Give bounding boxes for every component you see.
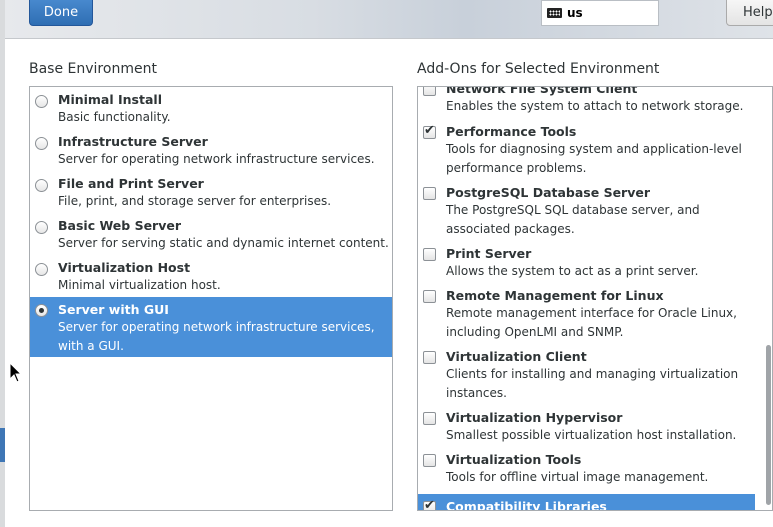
addon-item-title: Network File System Client [446, 86, 638, 96]
base-environment-heading: Base Environment [29, 61, 157, 77]
checkbox-checked[interactable]: ✔ [423, 123, 436, 139]
keyboard-layout-indicator[interactable]: us [541, 0, 659, 26]
addon-item-description: Remote management interface for Oracle L… [446, 306, 737, 339]
addon-item-title: PostgreSQL Database Server [446, 185, 651, 200]
env-item-file-and-print-server[interactable]: File and Print Server File, print, and s… [30, 175, 392, 211]
background-window-edge [0, 0, 5, 527]
scrollbar-thumb[interactable] [766, 345, 771, 505]
env-item-description: Server for operating network infrastruct… [58, 152, 375, 166]
env-item-title: Virtualization Host [58, 260, 191, 275]
addons-list: ✔ Network File System Client Enables the… [417, 86, 773, 511]
env-item-description: File, print, and storage server for ente… [58, 194, 332, 208]
checkbox[interactable]: ✔ [423, 187, 436, 200]
checkbox[interactable]: ✔ [423, 454, 436, 467]
env-item-title: Infrastructure Server [58, 134, 208, 149]
radio-button[interactable] [35, 179, 48, 192]
keyboard-icon [547, 8, 562, 18]
addon-item-description: Smallest possible virtualization host in… [446, 428, 737, 442]
env-item-virtualization-host[interactable]: Virtualization Host Minimal virtualizati… [30, 259, 392, 295]
check-icon: ✔ [424, 498, 435, 511]
spoke-header: Done us Help! [5, 0, 773, 39]
addon-item-description: Enables the system to attach to network … [446, 99, 744, 113]
radio-button-selected[interactable] [35, 304, 48, 317]
addon-item-title: Remote Management for Linux [446, 288, 664, 303]
addon-item-postgresql-database-server[interactable]: ✔ PostgreSQL Database Server The Postgre… [418, 184, 755, 239]
addon-item-description: Clients for installing and managing virt… [446, 367, 739, 400]
checkbox[interactable]: ✔ [423, 87, 436, 96]
addon-item-description: Tools for offline virtual image manageme… [446, 470, 709, 484]
checkbox[interactable]: ✔ [423, 351, 436, 364]
addon-item-title: Virtualization Tools [446, 452, 582, 467]
done-button[interactable]: Done [29, 0, 93, 26]
keyboard-layout-label: us [567, 6, 583, 20]
env-item-basic-web-server[interactable]: Basic Web Server Server for serving stat… [30, 217, 392, 253]
addon-item-title: Performance Tools [446, 124, 577, 139]
addon-item-title: Compatibility Libraries [446, 499, 607, 511]
addon-item-virtualization-hypervisor[interactable]: ✔ Virtualization Hypervisor Smallest pos… [418, 409, 755, 445]
addon-item-description: Allows the system to act as a print serv… [446, 264, 699, 278]
radio-button[interactable] [35, 137, 48, 150]
checkbox[interactable]: ✔ [423, 290, 436, 303]
addon-item-performance-tools[interactable]: ✔ Performance Tools Tools for diagnosing… [418, 123, 755, 178]
addons-scrollbar[interactable] [765, 87, 772, 510]
addon-item-network-file-system-client[interactable]: ✔ Network File System Client Enables the… [418, 86, 755, 116]
env-item-description: Minimal virtualization host. [58, 278, 221, 292]
radio-button[interactable] [35, 95, 48, 108]
mouse-pointer-icon [9, 362, 23, 383]
addon-item-virtualization-tools[interactable]: ✔ Virtualization Tools Tools for offline… [418, 451, 755, 487]
addon-item-title: Print Server [446, 246, 532, 261]
env-item-minimal-install[interactable]: Minimal Install Basic functionality. [30, 91, 392, 127]
env-item-title: Basic Web Server [58, 218, 182, 233]
env-item-title: Server with GUI [58, 302, 169, 317]
addon-item-description: The PostgreSQL SQL database server, and … [446, 203, 700, 236]
radio-button[interactable] [35, 263, 48, 276]
addon-item-virtualization-client[interactable]: ✔ Virtualization Client Clients for inst… [418, 348, 755, 403]
checkbox[interactable]: ✔ [423, 412, 436, 425]
addon-item-print-server[interactable]: ✔ Print Server Allows the system to act … [418, 245, 755, 281]
addons-heading: Add-Ons for Selected Environment [417, 61, 660, 77]
addon-item-title: Virtualization Hypervisor [446, 410, 623, 425]
env-item-description: Server for serving static and dynamic in… [58, 236, 389, 250]
env-item-infrastructure-server[interactable]: Infrastructure Server Server for operati… [30, 133, 392, 169]
env-item-description: Basic functionality. [58, 110, 171, 124]
background-selection-fragment [0, 428, 5, 462]
radio-button[interactable] [35, 221, 48, 234]
addon-item-compatibility-libraries[interactable]: ✔ Compatibility Libraries [418, 494, 755, 511]
env-item-description: Server for operating network infrastruct… [58, 320, 375, 353]
env-item-title: File and Print Server [58, 176, 204, 191]
checkbox[interactable]: ✔ [423, 248, 436, 261]
env-item-title: Minimal Install [58, 92, 162, 107]
addon-item-description: Tools for diagnosing system and applicat… [446, 142, 742, 175]
checkbox-checked[interactable]: ✔ [423, 498, 436, 511]
addon-item-remote-management-for-linux[interactable]: ✔ Remote Management for Linux Remote man… [418, 287, 755, 342]
env-item-server-with-gui[interactable]: Server with GUI Server for operating net… [30, 297, 392, 357]
addon-item-title: Virtualization Client [446, 349, 587, 364]
base-environment-list: Minimal Install Basic functionality. Inf… [29, 86, 393, 511]
help-button[interactable]: Help! [726, 0, 773, 26]
check-icon: ✔ [424, 123, 435, 138]
